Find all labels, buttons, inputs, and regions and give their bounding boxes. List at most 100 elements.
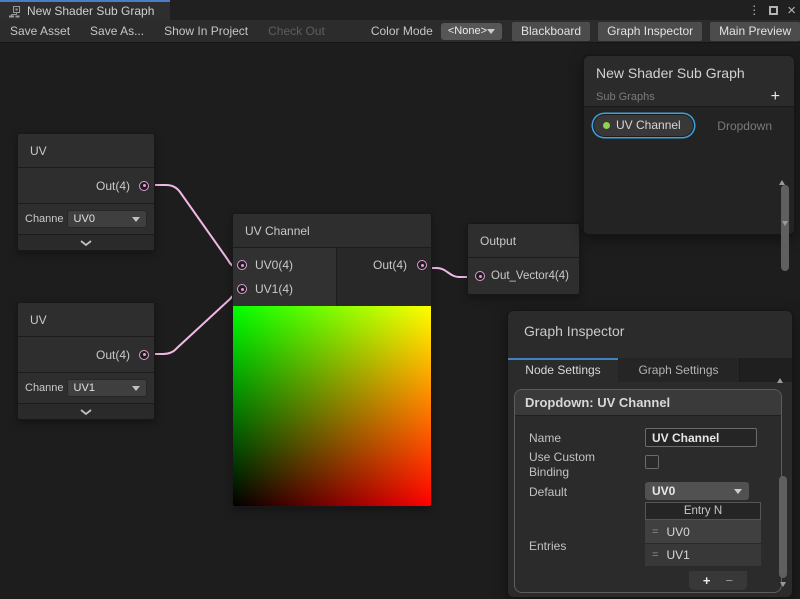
tab-graph-settings[interactable]: Graph Settings — [618, 358, 740, 382]
edge-uv1[interactable] — [148, 292, 242, 354]
channel-dropdown[interactable]: UV0 — [67, 210, 147, 228]
port-label: UV0(4) — [255, 258, 293, 272]
check-out-button[interactable]: Check Out — [258, 20, 335, 42]
add-entry-button[interactable]: + — [703, 574, 711, 587]
blackboard-panel: New Shader Sub Graph Sub Graphs + UV Cha… — [583, 55, 795, 235]
property-pill-uv-channel[interactable]: UV Channel — [594, 115, 693, 136]
channel-control-row: Channe UV1 — [18, 373, 154, 403]
default-value: UV0 — [652, 484, 675, 498]
section-title: Dropdown: UV Channel — [515, 390, 781, 416]
remove-entry-button[interactable]: − — [726, 574, 734, 587]
tab-bar: New Shader Sub Graph ⋮ × — [0, 0, 800, 20]
input-row: UV1(4) — [233, 277, 336, 301]
blackboard-title: New Shader Sub Graph — [596, 65, 782, 81]
exposed-dot-icon — [603, 122, 610, 129]
color-mode-value: <None> — [448, 25, 487, 37]
close-icon[interactable]: × — [787, 3, 796, 18]
input-row: Out_Vector4(4) — [468, 258, 579, 294]
uv-preview-green-channel — [233, 306, 431, 506]
scroll-down-icon[interactable] — [780, 582, 786, 587]
default-label: Default — [529, 485, 567, 499]
graph-inspector-toggle-button[interactable]: Graph Inspector — [598, 22, 702, 41]
tab-new-shader-sub-graph[interactable]: New Shader Sub Graph — [0, 0, 170, 20]
collapse-preview-button[interactable] — [18, 234, 154, 250]
inspector-tabs: Node Settings Graph Settings — [508, 358, 792, 382]
tab-title: New Shader Sub Graph — [27, 4, 154, 18]
maximize-icon[interactable] — [769, 6, 778, 15]
node-title: UV Channel — [233, 214, 431, 248]
entry-value: UV0 — [666, 525, 689, 539]
save-as-button[interactable]: Save As... — [80, 20, 154, 42]
scrollbar-thumb[interactable] — [779, 476, 787, 578]
output-node[interactable]: Output Out_Vector4(4) — [467, 223, 580, 295]
color-mode-dropdown[interactable]: <None> — [441, 23, 502, 40]
output-port[interactable] — [417, 260, 427, 270]
port-label: Out(4) — [96, 348, 130, 362]
uv-channel-node[interactable]: UV Channel UV0(4) UV1(4) Out(4) — [232, 213, 432, 507]
port-label: UV1(4) — [255, 282, 293, 296]
output-port[interactable] — [139, 181, 149, 191]
drag-handle-icon[interactable]: = — [652, 549, 658, 561]
graph-canvas[interactable]: UV Out(4) Channe UV0 UV Out(4) — [0, 43, 800, 599]
scroll-up-icon[interactable] — [779, 163, 785, 185]
window-controls: ⋮ × — [748, 0, 796, 20]
toolbar: Save Asset Save As... Show In Project Ch… — [0, 20, 800, 43]
save-asset-button[interactable]: Save Asset — [0, 20, 80, 42]
node-title: Output — [468, 224, 579, 258]
output-row: Out(4) — [18, 168, 154, 204]
collapse-preview-button[interactable] — [18, 403, 154, 419]
name-input[interactable]: UV Channel — [645, 428, 757, 447]
scroll-down-icon[interactable] — [782, 221, 788, 226]
name-label: Name — [529, 431, 561, 445]
dropdown-settings-section: Dropdown: UV Channel Name UV Channel Use… — [514, 389, 782, 593]
main-preview-toggle-button[interactable]: Main Preview — [710, 22, 800, 41]
chevron-down-icon — [734, 489, 742, 494]
chevron-down-icon — [80, 240, 92, 246]
show-in-project-button[interactable]: Show In Project — [154, 20, 258, 42]
chevron-down-icon — [132, 217, 140, 222]
port-label: Out(4) — [373, 258, 407, 272]
uv-node-1[interactable]: UV Out(4) Channe UV0 — [17, 133, 155, 251]
table-row[interactable]: = UV0 — [645, 520, 761, 543]
scrollbar-thumb[interactable] — [781, 185, 789, 271]
channel-dropdown[interactable]: UV1 — [67, 379, 147, 397]
node-body: UV0(4) UV1(4) Out(4) — [233, 248, 431, 306]
uv-preview-image — [233, 306, 431, 506]
blackboard-toggle-button[interactable]: Blackboard — [512, 22, 590, 41]
input-port-uv0[interactable] — [237, 260, 247, 270]
channel-label: Channe — [25, 382, 64, 394]
channel-value: UV0 — [74, 213, 95, 225]
chevron-down-icon — [487, 29, 495, 34]
output-row: Out(4) — [18, 337, 154, 373]
output-column: Out(4) — [337, 248, 431, 306]
unity-shader-graph-window: New Shader Sub Graph ⋮ × Save Asset Save… — [0, 0, 800, 599]
node-title: UV — [18, 303, 154, 337]
name-value: UV Channel — [652, 431, 719, 445]
add-property-button[interactable]: + — [771, 89, 780, 105]
tab-node-settings[interactable]: Node Settings — [508, 358, 618, 382]
output-row: Out(4) — [337, 253, 431, 277]
table-row[interactable]: = UV1 — [645, 543, 761, 566]
entries-label: Entries — [529, 539, 566, 553]
menu-icon[interactable]: ⋮ — [748, 4, 760, 16]
entries-footer: + − — [689, 571, 747, 590]
node-title: UV — [18, 134, 154, 168]
inspector-scrollbar[interactable] — [777, 361, 789, 589]
drag-handle-icon[interactable]: = — [652, 526, 658, 538]
scroll-up-icon[interactable] — [777, 361, 783, 383]
channel-control-row: Channe UV0 — [18, 204, 154, 234]
blackboard-content: UV Channel Dropdown — [584, 106, 794, 234]
input-port[interactable] — [475, 271, 485, 281]
output-port[interactable] — [139, 350, 149, 360]
use-custom-binding-checkbox[interactable] — [645, 455, 659, 469]
blackboard-scrollbar[interactable] — [779, 163, 791, 228]
uv-node-2[interactable]: UV Out(4) Channe UV1 — [17, 302, 155, 420]
chevron-down-icon — [132, 386, 140, 391]
input-port-uv1[interactable] — [237, 284, 247, 294]
edge-uv0[interactable] — [148, 185, 242, 268]
list-item: UV Channel Dropdown — [584, 107, 794, 136]
default-dropdown[interactable]: UV0 — [645, 482, 749, 500]
color-mode-label: Color Mode — [371, 24, 433, 38]
input-row: UV0(4) — [233, 253, 336, 277]
channel-label: Channe — [25, 213, 64, 225]
